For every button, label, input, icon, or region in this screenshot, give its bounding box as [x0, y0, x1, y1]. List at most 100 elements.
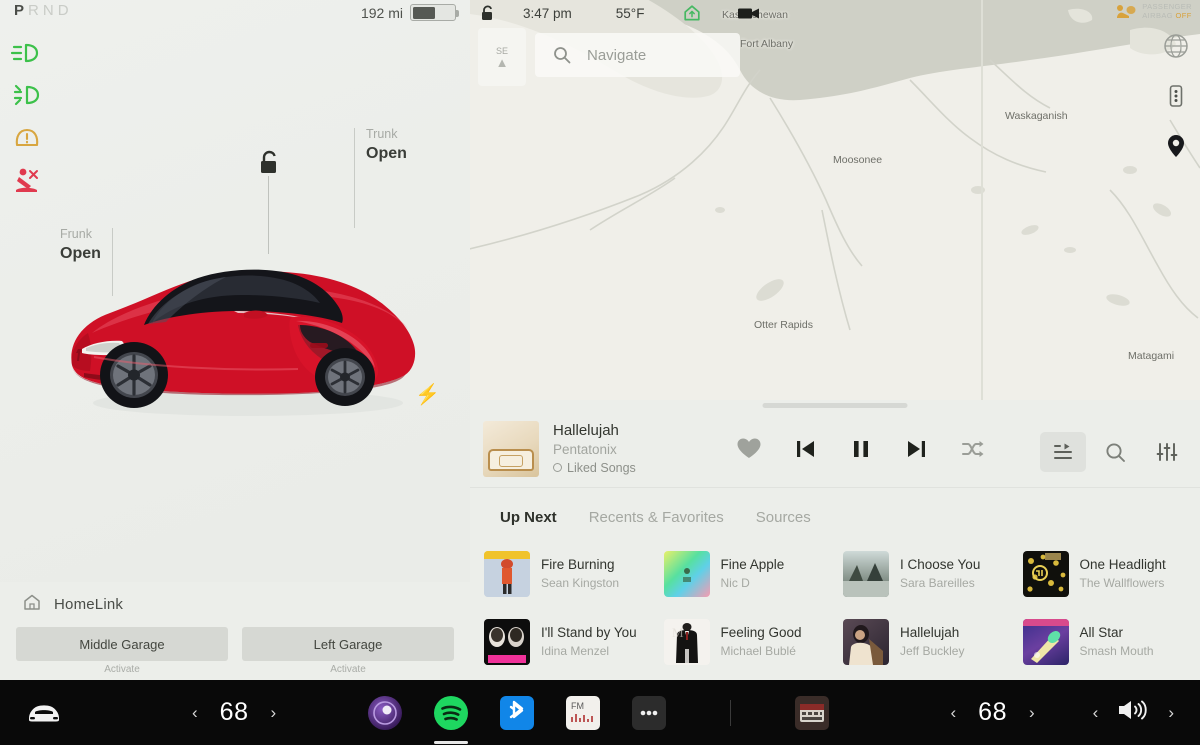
unlocked-padlock-icon[interactable] — [480, 5, 495, 21]
album-art[interactable] — [483, 420, 539, 477]
volume-increase[interactable]: › — [1168, 703, 1174, 723]
track-item[interactable]: One Headlight The Wallflowers — [1015, 540, 1195, 608]
transport-controls — [721, 427, 1001, 471]
now-playing-bar: Hallelujah Pentatonix Liked Songs — [470, 410, 1200, 488]
globe-icon[interactable] — [1162, 32, 1190, 60]
more-apps-icon[interactable] — [632, 695, 667, 730]
track-art — [843, 619, 889, 665]
spotify-app-icon[interactable] — [434, 695, 469, 730]
battery-icon — [410, 4, 459, 21]
tab-recents-favorites[interactable]: Recents & Favorites — [573, 501, 740, 534]
source-label: Liked Songs — [567, 460, 636, 475]
tab-sources[interactable]: Sources — [740, 501, 827, 534]
home-icon — [22, 592, 42, 617]
svg-text:M: M — [672, 625, 684, 640]
outside-temperature[interactable]: 55°F — [616, 6, 645, 21]
vehicle-icon[interactable] — [26, 700, 62, 726]
map-place-label: Fort Albany — [740, 38, 794, 50]
gear-r: R — [28, 2, 43, 19]
media-tabs: Up Next Recents & Favorites Sources — [470, 501, 827, 534]
heart-icon[interactable] — [721, 427, 777, 471]
volume-decrease[interactable]: ‹ — [1093, 703, 1099, 723]
track-item[interactable]: Fire Burning Sean Kingston — [476, 540, 656, 608]
track-art — [1022, 619, 1069, 665]
passenger-airbag-indicator: PASSENGER AIRBAG OFF — [1115, 2, 1192, 20]
map-topbar: 3:47 pm 55°F — [470, 0, 1200, 26]
homelink-middle-garage: Middle Garage Activate — [16, 627, 228, 675]
unlocked-padlock-icon[interactable] — [258, 150, 280, 254]
tidal-app-icon[interactable] — [368, 695, 403, 730]
track-grid: Fire Burning Sean Kingston Fine Apple Ni… — [470, 540, 1200, 680]
queue-list-icon[interactable] — [1040, 432, 1086, 472]
trunk-status[interactable]: Trunk Open — [354, 126, 407, 228]
track-item[interactable]: All Star Smash Mouth — [1015, 608, 1195, 676]
track-title: One Headlight — [1079, 557, 1166, 572]
pause-icon[interactable] — [833, 427, 889, 471]
left-garage-button[interactable]: Left Garage — [242, 627, 454, 661]
track-art — [663, 551, 710, 597]
previous-track-icon[interactable] — [777, 427, 833, 471]
driver-temp-increase[interactable]: › — [270, 703, 276, 723]
track-item[interactable]: I Choose You Sara Bareilles — [835, 540, 1015, 608]
vehicle-visualization[interactable]: Frunk Open Trunk Open ⚡ — [0, 127, 470, 460]
low-beam-headlight-icon — [10, 38, 44, 68]
navigate-search-bar[interactable]: Navigate — [535, 33, 740, 77]
volume-speaker-icon[interactable] — [1116, 697, 1150, 728]
track-artist: Idina Menzel — [541, 644, 610, 658]
taskbar-divider — [730, 699, 732, 726]
airbag-icon — [1117, 5, 1136, 18]
map-place-label: Waskaganish — [1005, 110, 1068, 122]
track-art — [843, 551, 889, 597]
track-artist: Jeff Buckley — [900, 644, 965, 658]
airbag-line2: AIRBAG — [1142, 11, 1174, 20]
trunk-label: Trunk — [366, 127, 398, 141]
track-title: All Star — [1079, 625, 1124, 640]
driver-temp-value[interactable]: 68 — [220, 698, 249, 727]
passenger-temp-decrease[interactable]: ‹ — [951, 703, 957, 723]
home-icon[interactable] — [682, 3, 702, 23]
track-art — [484, 619, 530, 665]
track-item[interactable]: Fine Apple Nic D — [656, 540, 836, 608]
search-icon[interactable] — [1092, 432, 1138, 472]
trunk-state: Open — [366, 145, 407, 162]
next-track-icon[interactable] — [889, 427, 945, 471]
toybox-app-icon[interactable] — [795, 695, 830, 730]
track-item[interactable]: I'll Stand by You Idina Menzel — [476, 608, 656, 676]
shuffle-icon[interactable] — [945, 427, 1001, 471]
track-art — [484, 551, 530, 597]
bottom-taskbar: ‹ 68 › FM ‹ 68 › ‹ › — [0, 680, 1200, 745]
media-player-panel: Hallelujah Pentatonix Liked Songs Up Nex… — [470, 400, 1200, 680]
list-menu-icon[interactable] — [1162, 82, 1190, 110]
map-place-label: Otter Rapids — [754, 319, 813, 331]
passenger-temp-increase[interactable]: › — [1029, 703, 1035, 723]
tesla-model-3-illustration — [71, 269, 416, 416]
gear-selector[interactable]: PRND — [14, 2, 73, 19]
map-place-label: Matagami — [1128, 350, 1175, 362]
compass-widget[interactable]: SE ▲ — [478, 28, 526, 86]
gear-d: D — [57, 2, 73, 19]
location-pin-icon[interactable] — [1162, 132, 1190, 160]
media-panel-drag-handle[interactable] — [762, 403, 908, 408]
dashcam-icon[interactable] — [738, 7, 760, 20]
track-title: Feeling Good — [720, 625, 802, 640]
driver-temperature-control: ‹ 68 › — [192, 698, 276, 727]
front-fog-light-icon — [10, 80, 44, 110]
track-title: I Choose You — [900, 557, 981, 572]
range-indicator[interactable]: 192 mi — [361, 4, 459, 21]
track-item[interactable]: M Feeling Good Michael Bublé — [656, 608, 836, 676]
tab-up-next[interactable]: Up Next — [484, 501, 573, 534]
car-status-panel: PRND 192 mi Frunk Open Trunk Open ⚡ Home… — [0, 0, 470, 680]
map-panel[interactable]: KashechewanFort AlbanyWaskaganishMoosone… — [470, 0, 1200, 400]
driver-temp-decrease[interactable]: ‹ — [192, 703, 198, 723]
equalizer-icon[interactable] — [1144, 432, 1190, 472]
track-artist: Nic D — [720, 576, 750, 590]
track-item[interactable]: Hallelujah Jeff Buckley — [835, 608, 1015, 676]
bluetooth-app-icon[interactable] — [500, 695, 535, 730]
middle-garage-button[interactable]: Middle Garage — [16, 627, 228, 661]
navigate-input[interactable]: Navigate — [587, 47, 646, 64]
track-artist: The Wallflowers — [1079, 576, 1165, 590]
passenger-temp-value[interactable]: 68 — [978, 698, 1007, 727]
clock[interactable]: 3:47 pm — [523, 6, 572, 21]
fm-radio-app-icon[interactable]: FM — [566, 695, 601, 730]
now-playing-artist: Pentatonix — [553, 441, 617, 457]
